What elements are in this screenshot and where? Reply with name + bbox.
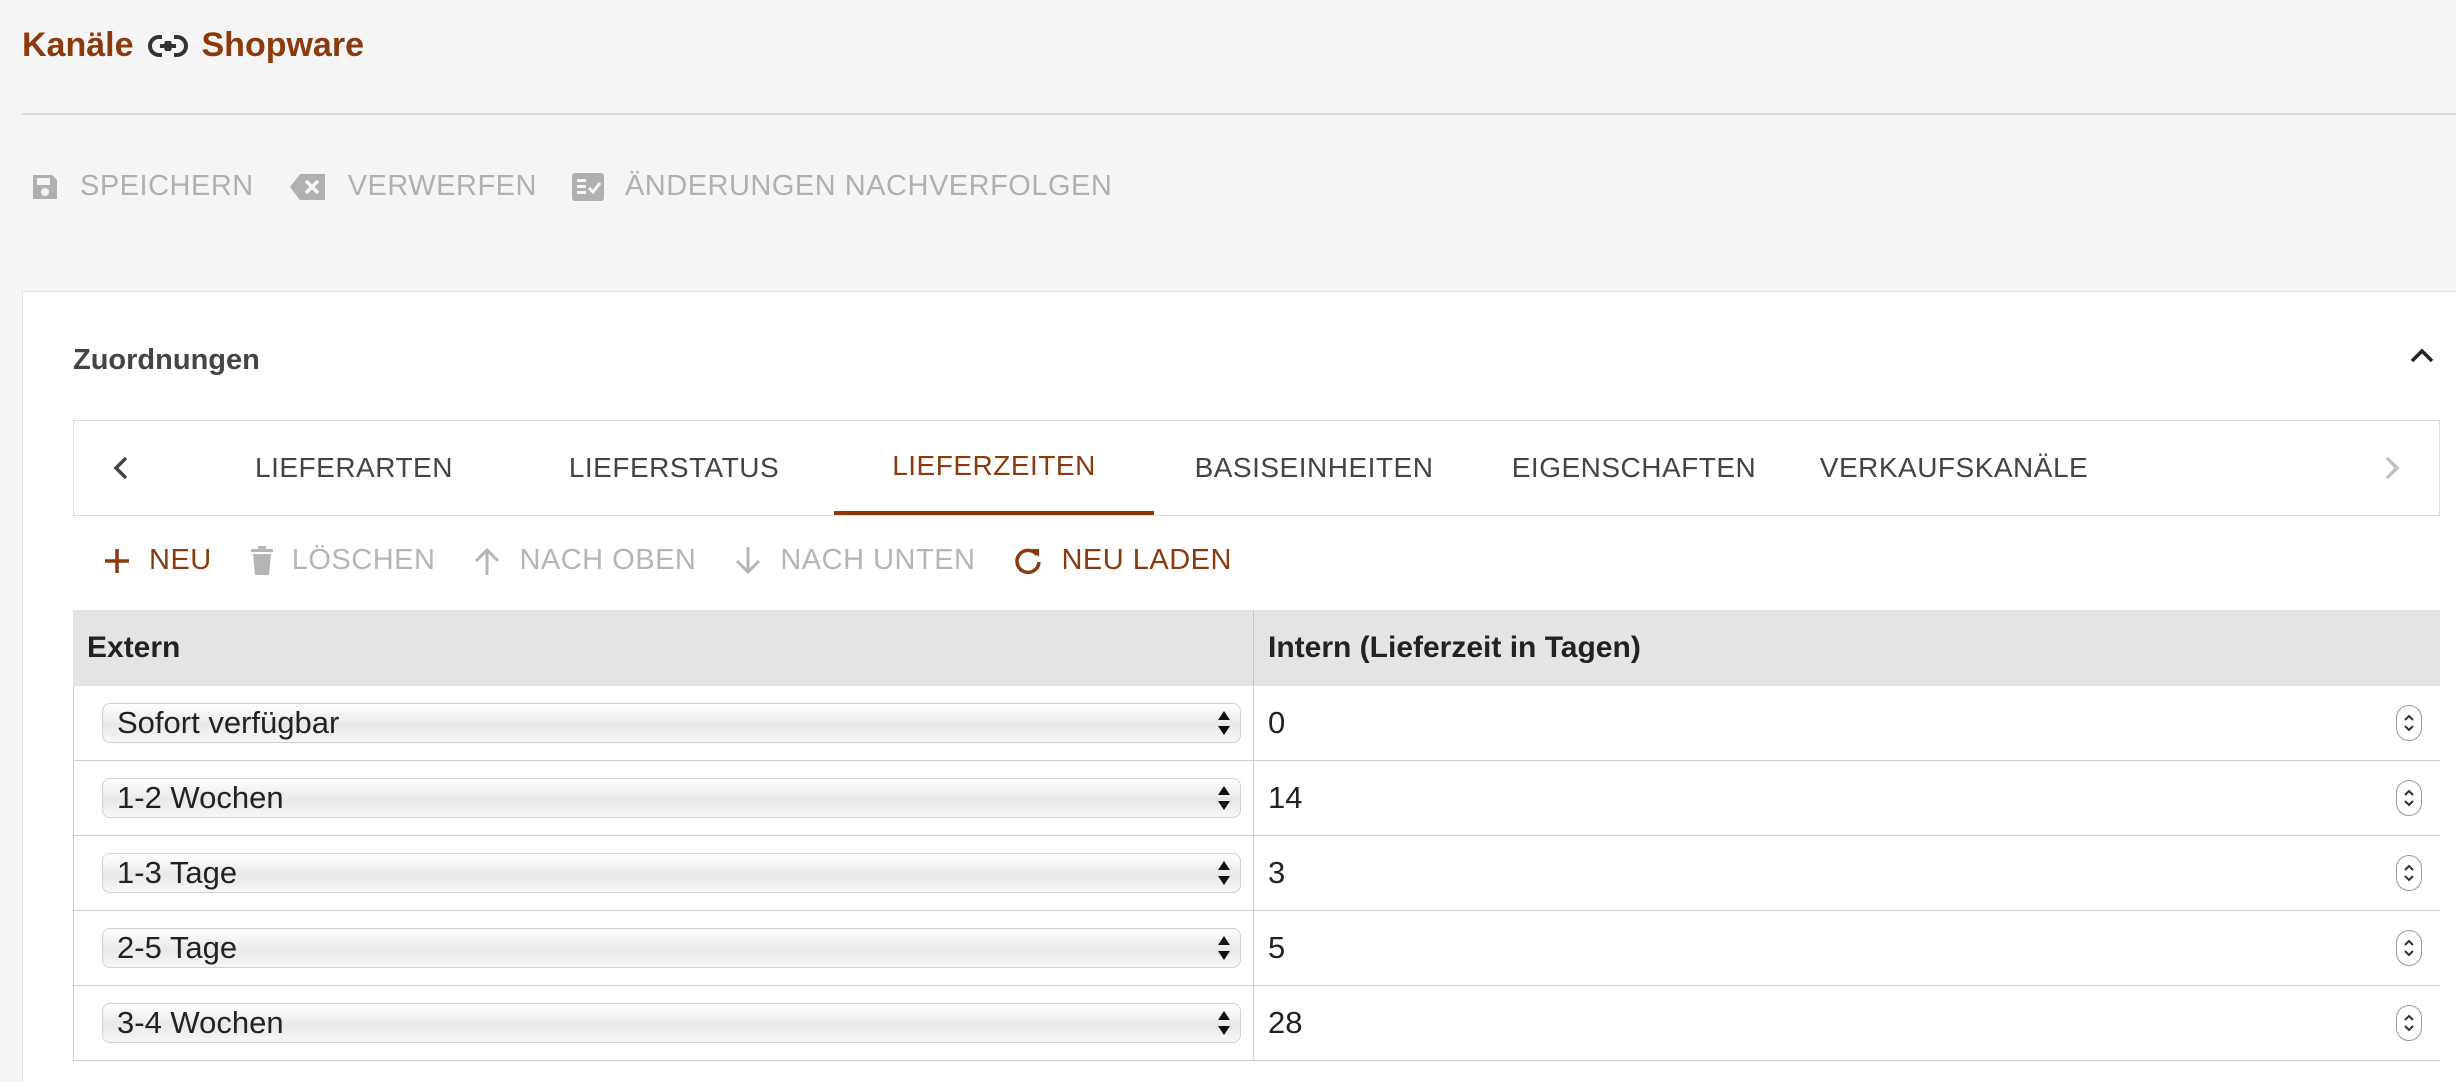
link-icon bbox=[147, 33, 188, 58]
number-spinner-icon[interactable] bbox=[2396, 930, 2422, 966]
tab-lieferstatus[interactable]: LIEFERSTATUS bbox=[514, 421, 834, 515]
track-changes-label: ÄNDERUNGEN NACHVERFOLGEN bbox=[624, 170, 1113, 202]
tab-eigenschaften[interactable]: EIGENSCHAFTEN bbox=[1474, 421, 1794, 515]
chevron-left-icon bbox=[113, 456, 128, 480]
extern-cell: 1-2 Wochen bbox=[74, 761, 1254, 835]
intern-cell[interactable]: 5 bbox=[1254, 911, 2440, 985]
save-icon bbox=[33, 174, 57, 199]
save-button[interactable]: SPEICHERN bbox=[30, 170, 254, 203]
reload-button[interactable]: NEU LADEN bbox=[1013, 544, 1232, 577]
select-arrows-icon bbox=[1218, 861, 1230, 885]
extern-select[interactable]: 3-4 Wochen bbox=[102, 1003, 1241, 1043]
extern-select[interactable]: 2-5 Tage bbox=[102, 928, 1241, 968]
number-spinner-icon[interactable] bbox=[2396, 705, 2422, 741]
arrow-up-icon bbox=[475, 547, 500, 575]
breadcrumb-parent[interactable]: Kanäle bbox=[22, 26, 134, 65]
mappings-panel: Zuordnungen LIEFERARTEN LIEFERSTATUS LIE… bbox=[22, 291, 2456, 1082]
arrow-down-icon bbox=[736, 546, 761, 574]
tab-lieferzeiten[interactable]: LIEFERZEITEN bbox=[834, 421, 1154, 515]
checklist-icon bbox=[571, 172, 604, 201]
extern-select-value: 3-4 Wochen bbox=[117, 1005, 284, 1040]
intern-value: 14 bbox=[1268, 780, 1303, 815]
intern-value: 5 bbox=[1268, 930, 1286, 965]
discard-button[interactable]: VERWERFEN bbox=[288, 170, 537, 203]
extern-cell: Sofort verfügbar bbox=[74, 686, 1254, 760]
refresh-icon bbox=[1015, 548, 1042, 574]
extern-select-value: 2-5 Tage bbox=[117, 930, 238, 965]
move-up-label: NACH OBEN bbox=[519, 544, 697, 576]
select-arrows-icon bbox=[1218, 936, 1230, 960]
chevron-up-icon bbox=[2410, 348, 2434, 363]
intern-value: 3 bbox=[1268, 855, 1286, 890]
select-arrows-icon bbox=[1218, 711, 1230, 735]
extern-cell: 1-3 Tage bbox=[74, 836, 1254, 910]
tab-basiseinheiten[interactable]: BASISEINHEITEN bbox=[1154, 421, 1474, 515]
header-divider bbox=[22, 113, 2456, 115]
number-spinner-icon[interactable] bbox=[2396, 855, 2422, 891]
table-row: 1-3 Tage 3 bbox=[73, 836, 2440, 911]
table-row: 2-5 Tage 5 bbox=[73, 911, 2440, 986]
table-row: 1-2 Wochen 14 bbox=[73, 761, 2440, 836]
select-arrows-icon bbox=[1218, 1011, 1230, 1035]
tab-scroll-left-button[interactable] bbox=[74, 421, 170, 515]
grid-action-bar: NEU LÖSCHEN NACH OBEN NACH UNTEN NEU LAD… bbox=[103, 544, 1270, 577]
reload-label: NEU LADEN bbox=[1061, 544, 1232, 576]
extern-cell: 2-5 Tage bbox=[74, 911, 1254, 985]
breadcrumb: Kanäle Shopware bbox=[22, 26, 364, 65]
table-row: 3-4 Wochen 28 bbox=[73, 986, 2440, 1061]
intern-cell[interactable]: 3 bbox=[1254, 836, 2440, 910]
move-down-button[interactable]: NACH UNTEN bbox=[734, 544, 975, 577]
intern-value: 28 bbox=[1268, 1005, 1303, 1040]
number-spinner-icon[interactable] bbox=[2396, 780, 2422, 816]
delivery-time-grid: Extern Intern (Lieferzeit in Tagen) Sofo… bbox=[73, 610, 2440, 1061]
delete-button[interactable]: LÖSCHEN bbox=[250, 544, 436, 577]
tab-lieferarten[interactable]: LIEFERARTEN bbox=[194, 421, 514, 515]
table-row: Sofort verfügbar 0 bbox=[73, 686, 2440, 761]
extern-select-value: 1-2 Wochen bbox=[117, 780, 284, 815]
save-label: SPEICHERN bbox=[80, 170, 254, 202]
trash-icon bbox=[250, 545, 273, 575]
tab-bar: LIEFERARTEN LIEFERSTATUS LIEFERZEITEN BA… bbox=[73, 420, 2440, 516]
panel-title: Zuordnungen bbox=[73, 344, 260, 376]
intern-cell[interactable]: 0 bbox=[1254, 686, 2440, 760]
track-changes-button[interactable]: ÄNDERUNGEN NACHVERFOLGEN bbox=[571, 170, 1112, 203]
tab-verkaufskanaele[interactable]: VERKAUFSKANÄLE bbox=[1794, 421, 2114, 515]
main-toolbar: SPEICHERN VERWERFEN ÄNDERUNGEN NACHVERFO… bbox=[30, 170, 1146, 203]
extern-cell: 3-4 Wochen bbox=[74, 986, 1254, 1060]
backspace-icon bbox=[289, 173, 325, 200]
new-label: NEU bbox=[149, 544, 212, 576]
column-header-intern[interactable]: Intern (Lieferzeit in Tagen) bbox=[1254, 610, 2440, 686]
extern-select[interactable]: Sofort verfügbar bbox=[102, 703, 1241, 743]
collapse-button[interactable] bbox=[2406, 340, 2438, 377]
move-down-label: NACH UNTEN bbox=[780, 544, 976, 576]
delete-label: LÖSCHEN bbox=[291, 544, 436, 576]
grid-header: Extern Intern (Lieferzeit in Tagen) bbox=[73, 610, 2440, 686]
extern-select[interactable]: 1-3 Tage bbox=[102, 853, 1241, 893]
column-header-extern[interactable]: Extern bbox=[73, 610, 1254, 686]
intern-cell[interactable]: 28 bbox=[1254, 986, 2440, 1060]
move-up-button[interactable]: NACH OBEN bbox=[473, 544, 696, 577]
extern-select-value: 1-3 Tage bbox=[117, 855, 238, 890]
discard-label: VERWERFEN bbox=[347, 170, 537, 202]
extern-select[interactable]: 1-2 Wochen bbox=[102, 778, 1241, 818]
chevron-right-icon bbox=[2385, 456, 2400, 480]
plus-icon bbox=[105, 548, 129, 573]
select-arrows-icon bbox=[1218, 786, 1230, 810]
new-button[interactable]: NEU bbox=[103, 544, 212, 577]
intern-value: 0 bbox=[1268, 705, 1286, 740]
breadcrumb-current: Shopware bbox=[201, 26, 364, 64]
tab-scroll-right-button[interactable] bbox=[2343, 421, 2439, 515]
extern-select-value: Sofort verfügbar bbox=[117, 705, 340, 740]
number-spinner-icon[interactable] bbox=[2396, 1005, 2422, 1041]
intern-cell[interactable]: 14 bbox=[1254, 761, 2440, 835]
